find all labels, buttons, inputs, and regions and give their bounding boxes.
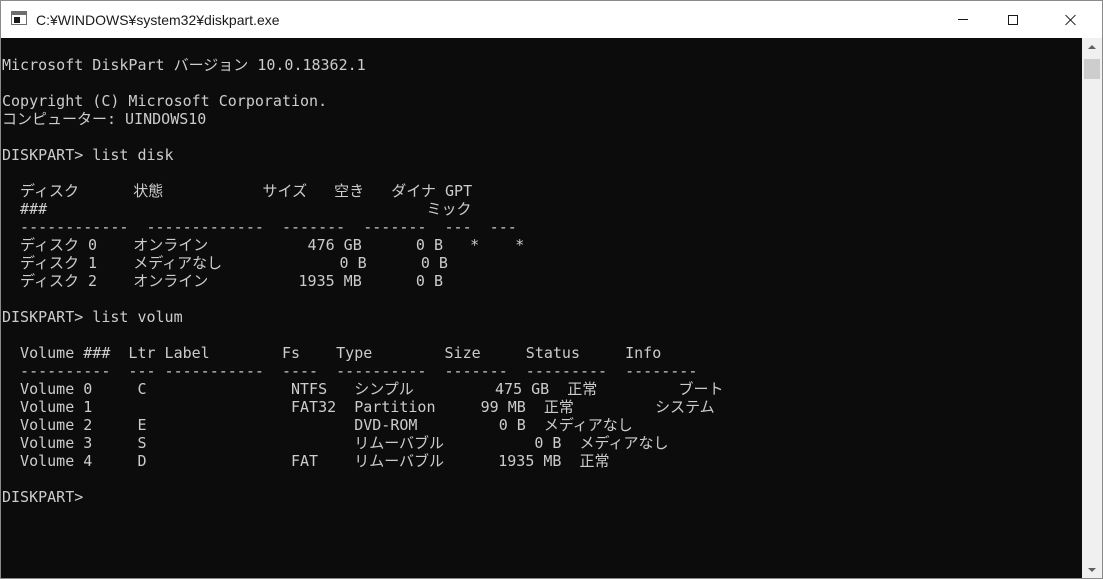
- console-window: C:¥WINDOWS¥system32¥diskpart.exe Microso…: [0, 0, 1103, 579]
- console-line: ------------ ------------- ------- -----…: [2, 218, 517, 236]
- console-output[interactable]: Microsoft DiskPart バージョン 10.0.18362.1 Cop…: [1, 38, 1082, 578]
- console-line: Volume ### Ltr Label Fs Type Size Status…: [2, 344, 662, 362]
- console-line: Volume 2 E DVD-ROM 0 B メディアなし: [2, 416, 633, 434]
- console-text: Microsoft DiskPart バージョン 10.0.18362.1 Cop…: [1, 38, 1082, 506]
- minimize-icon: [958, 19, 968, 20]
- maximize-button[interactable]: [990, 1, 1036, 38]
- console-line: ディスク 2 オンライン 1935 MB 0 B: [2, 272, 443, 290]
- console-line: ### ミック: [2, 200, 472, 218]
- chevron-down-icon: [1088, 567, 1096, 572]
- scroll-down-button[interactable]: [1082, 561, 1102, 578]
- console-line: ---------- --- ----------- ---- --------…: [2, 362, 698, 380]
- vertical-scrollbar[interactable]: [1082, 38, 1102, 578]
- title-bar[interactable]: C:¥WINDOWS¥system32¥diskpart.exe: [1, 1, 1102, 38]
- close-icon: [1065, 14, 1077, 26]
- console-line: Volume 1 FAT32 Partition 99 MB 正常 システム: [2, 398, 715, 416]
- scroll-up-button[interactable]: [1082, 38, 1102, 55]
- console-line: ディスク 状態 サイズ 空き ダイナ GPT: [2, 182, 473, 200]
- console-line: ディスク 1 メディアなし 0 B 0 B: [2, 254, 448, 272]
- console-line: DISKPART> list disk: [2, 146, 174, 164]
- console-prompt[interactable]: DISKPART>: [2, 488, 1082, 506]
- console-line: コンピューター: UINDOWS10: [2, 110, 207, 128]
- console-app-icon[interactable]: [11, 11, 27, 25]
- console-line: Copyright (C) Microsoft Corporation.: [2, 92, 328, 110]
- console-line: DISKPART> list volum: [2, 308, 183, 326]
- minimize-button[interactable]: [940, 1, 986, 38]
- close-button[interactable]: [1048, 1, 1094, 38]
- scrollbar-thumb[interactable]: [1084, 59, 1100, 79]
- maximize-icon: [1008, 14, 1018, 25]
- console-line: Volume 4 D FAT リムーバブル 1935 MB 正常: [2, 452, 610, 470]
- console-line: Microsoft DiskPart バージョン 10.0.18362.1: [2, 56, 366, 74]
- window-title: C:¥WINDOWS¥system32¥diskpart.exe: [36, 12, 280, 28]
- chevron-up-icon: [1088, 44, 1096, 49]
- console-line: Volume 0 C NTFS シンプル 475 GB 正常 ブート: [2, 380, 724, 398]
- console-line: Volume 3 S リムーバブル 0 B メディアなし: [2, 434, 669, 452]
- console-line: ディスク 0 オンライン 476 GB 0 B * *: [2, 236, 525, 254]
